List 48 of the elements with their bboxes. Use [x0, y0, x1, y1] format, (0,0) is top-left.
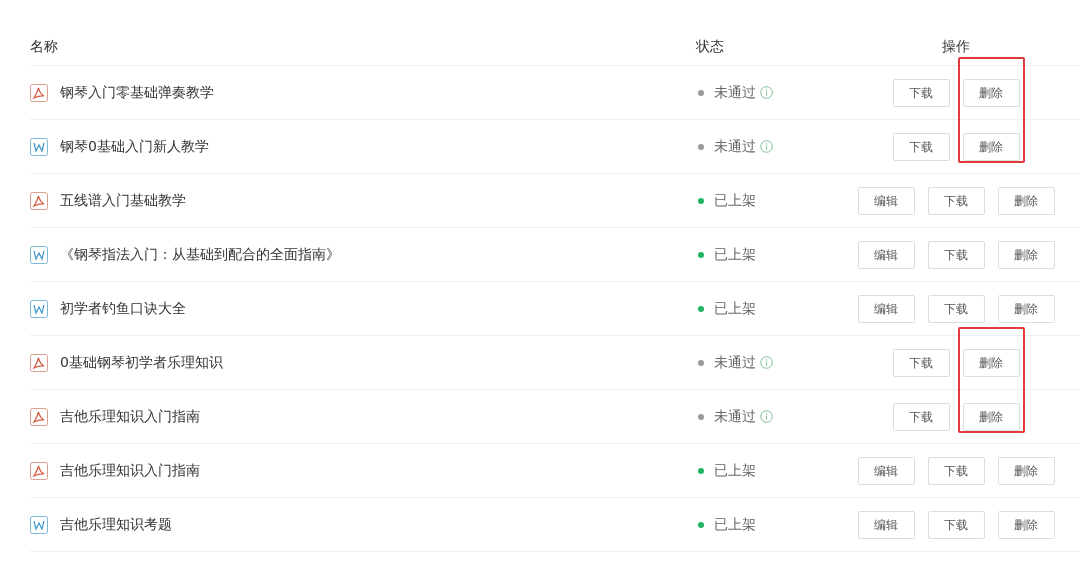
column-header: 名称: [30, 38, 58, 54]
download-button[interactable]: 下载: [927, 456, 985, 485]
download-button[interactable]: 下载: [892, 348, 950, 377]
info-icon: [760, 410, 773, 423]
delete-button[interactable]: 删除: [962, 132, 1020, 161]
download-button[interactable]: 下载: [927, 510, 985, 539]
file-name: 五线谱入门基础教学: [60, 191, 186, 210]
download-button[interactable]: 下载: [927, 186, 985, 215]
file-name: 《钢琴指法入门：从基础到配合的全面指南》: [60, 245, 340, 264]
edit-button[interactable]: 编辑: [857, 186, 915, 215]
delete-button[interactable]: 删除: [997, 186, 1055, 215]
info-icon: [760, 140, 773, 153]
status-label: 未通过: [714, 83, 756, 102]
delete-button[interactable]: 删除: [962, 348, 1020, 377]
edit-button[interactable]: 编辑: [857, 294, 915, 323]
info-icon: [760, 356, 773, 369]
edit-button[interactable]: 编辑: [857, 456, 915, 485]
download-button[interactable]: 下载: [892, 402, 950, 431]
file-name: 吉他乐理知识入门指南: [60, 461, 200, 480]
status-label: 已上架: [714, 191, 756, 210]
info-icon: [760, 86, 773, 99]
delete-button[interactable]: 删除: [962, 402, 1020, 431]
file-name: 吉他乐理知识入门指南: [60, 407, 200, 426]
edit-button[interactable]: 编辑: [857, 240, 915, 269]
status-label: 已上架: [714, 515, 756, 534]
file-name: 吉他乐理知识考题: [60, 515, 172, 534]
download-button[interactable]: 下载: [892, 132, 950, 161]
status-label: 已上架: [714, 299, 756, 318]
status-label: 已上架: [714, 245, 756, 264]
status-label: 未通过: [714, 137, 756, 156]
delete-button[interactable]: 删除: [997, 294, 1055, 323]
delete-button[interactable]: 删除: [962, 78, 1020, 107]
delete-button[interactable]: 删除: [997, 510, 1055, 539]
delete-button[interactable]: 删除: [997, 456, 1055, 485]
status-label: 未通过: [714, 353, 756, 372]
download-button[interactable]: 下载: [927, 294, 985, 323]
status-label: 已上架: [714, 461, 756, 480]
file-name: 0基础钢琴初学者乐理知识: [60, 353, 223, 372]
delete-button[interactable]: 删除: [997, 240, 1055, 269]
file-name: 钢琴0基础入门新人教学: [60, 137, 209, 156]
download-button[interactable]: 下载: [927, 240, 985, 269]
download-button[interactable]: 下载: [892, 78, 950, 107]
status-label: 未通过: [714, 407, 756, 426]
column-header: 操作: [942, 37, 970, 56]
file-name: 钢琴入门零基础弹奏教学: [60, 83, 214, 102]
column-header: 状态: [696, 38, 724, 54]
file-name: 初学者钓鱼口诀大全: [60, 299, 186, 318]
edit-button[interactable]: 编辑: [857, 510, 915, 539]
